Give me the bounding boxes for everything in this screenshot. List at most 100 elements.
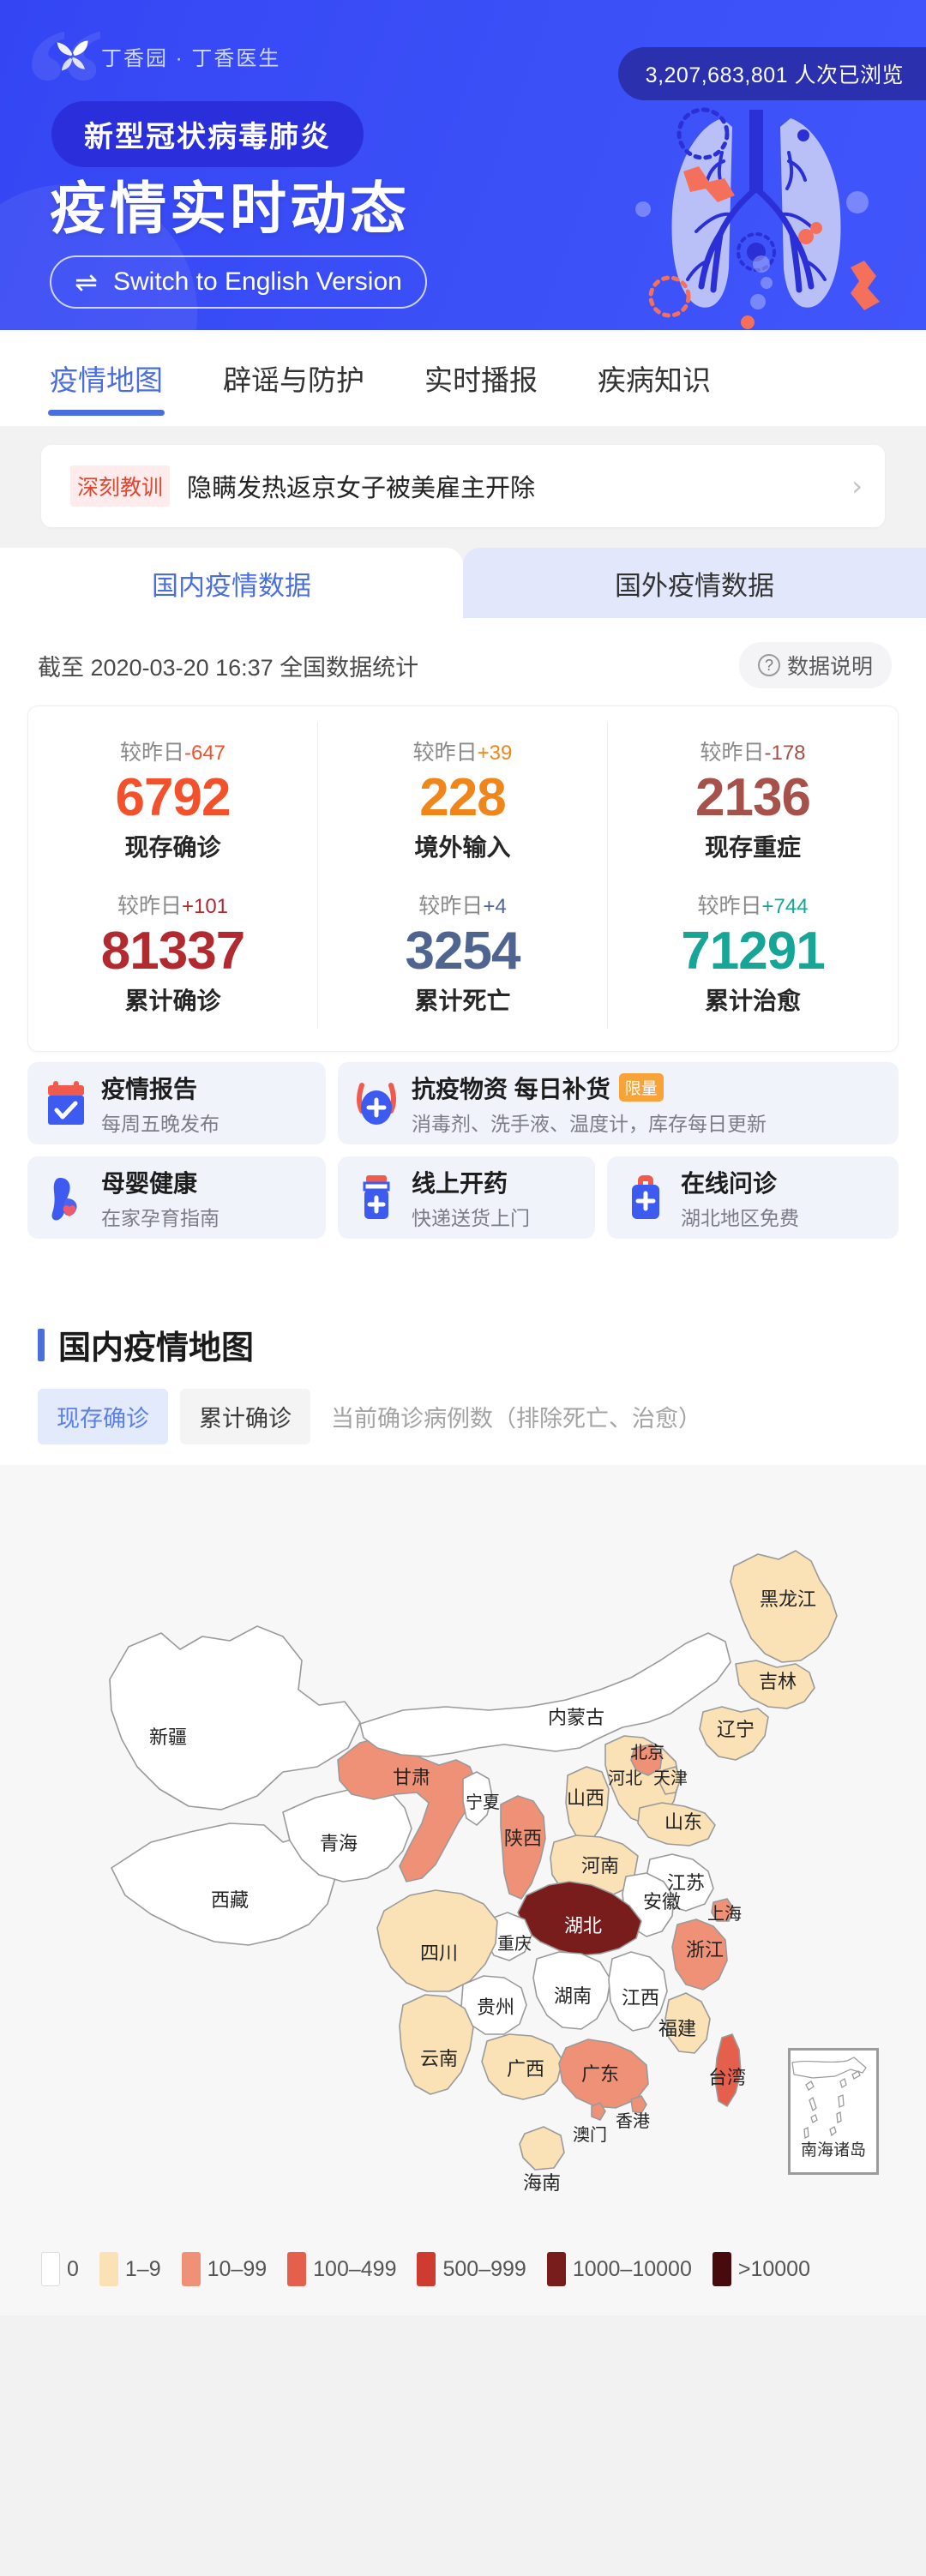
tile-epidemic-report[interactable]: 疫情报告 每周五晚发布 <box>27 1062 326 1145</box>
map-filter-row: 现存确诊 累计确诊 当前确诊病例数（排除死亡、治愈） <box>0 1389 926 1465</box>
news-card[interactable]: 深刻教训 隐瞒发热返京女子被美雇主开除 › <box>41 445 885 527</box>
pregnant-woman-icon <box>51 1178 77 1221</box>
calendar-check-icon <box>48 1081 84 1126</box>
svg-text:香港: 香港 <box>616 2111 650 2131</box>
china-choropleth-map[interactable]: 新疆 西藏 青海 甘肃 宁夏 内蒙古 黑龙江 吉林 辽宁 北京 天津 河北 山西… <box>0 1465 926 2237</box>
svg-text:澳门: 澳门 <box>573 2125 607 2145</box>
svg-text:内蒙古: 内蒙古 <box>548 1707 604 1728</box>
visit-counter: 3,207,683,801 人次已浏览 <box>617 47 926 100</box>
stat-imported-cases: 较昨日+39 228 境外输入 <box>318 722 608 876</box>
tile-online-prescription[interactable]: 线上开药 快递送货上门 <box>338 1156 595 1240</box>
tab-domestic-data[interactable]: 国内疫情数据 <box>0 548 463 618</box>
map-filter-note: 当前确诊病例数（排除死亡、治愈） <box>331 1406 701 1432</box>
svg-text:江西: 江西 <box>622 1987 659 2009</box>
data-panel: 国内疫情数据 国外疫情数据 截至 2020-03-20 16:37 全国数据统计… <box>0 548 926 1288</box>
question-circle-icon: ? <box>757 654 780 676</box>
tile-text: 疫情报告 每周五晚发布 <box>101 1071 219 1137</box>
stat-delta-value: +101 <box>181 895 229 919</box>
svg-text:安徽: 安徽 <box>643 1891 681 1912</box>
tile-text: 抗疫物资 每日补货 限量 消毒剂、洗手液、温度计，库存每日更新 <box>412 1071 767 1137</box>
tile-subtitle: 消毒剂、洗手液、温度计，库存每日更新 <box>412 1112 767 1135</box>
svg-text:吉林: 吉林 <box>759 1671 797 1692</box>
legend-swatch <box>181 2252 201 2287</box>
stat-delta-prefix: 较昨日 <box>117 894 182 919</box>
nav-tab-rumors-protection[interactable]: 辟谣与防护 <box>218 330 370 426</box>
tab-overseas-data[interactable]: 国外疫情数据 <box>463 548 926 618</box>
legend-swatch <box>712 2252 731 2287</box>
svg-text:福建: 福建 <box>658 2018 696 2039</box>
stat-current-confirmed: 较昨日-647 6792 现存确诊 <box>28 722 318 876</box>
tile-title-text: 母婴健康 <box>101 1169 198 1197</box>
svg-text:湖南: 湖南 <box>554 1985 592 2007</box>
svg-text:天津: 天津 <box>653 1768 688 1788</box>
tile-title: 线上开药 <box>412 1165 530 1199</box>
stat-label: 累计治愈 <box>704 988 801 1015</box>
as-of-row: 截至 2020-03-20 16:37 全国数据统计 ? 数据说明 <box>0 618 926 702</box>
tile-text: 母婴健康 在家孕育指南 <box>101 1165 219 1231</box>
svg-text:台湾: 台湾 <box>708 2067 746 2088</box>
medical-kit-icon <box>632 1175 659 1220</box>
svg-text:河南: 河南 <box>581 1855 619 1876</box>
stat-current-severe: 较昨日-178 2136 现存重症 <box>608 722 898 875</box>
service-tile-row: 疫情报告 每周五晚发布 抗疫物资 每日补货 限量 消毒剂、洗手液、温度计，库存每… <box>27 1062 899 1145</box>
tile-subtitle: 湖北地区免费 <box>681 1206 799 1229</box>
data-explanation-label: 数据说明 <box>786 655 873 679</box>
news-badge: 深刻教训 <box>70 465 171 507</box>
tile-online-consultation[interactable]: 在线问诊 湖北地区免费 <box>607 1156 899 1240</box>
svg-text:云南: 云南 <box>420 2048 458 2069</box>
stat-delta-prefix: 较昨日 <box>119 741 184 765</box>
svg-text:重庆: 重庆 <box>497 1934 532 1954</box>
legend-swatch <box>546 2252 566 2287</box>
stat-value: 228 <box>419 768 506 827</box>
stat-value: 3254 <box>405 922 521 982</box>
brand-logo: 丁香园 · 丁香医生 <box>55 38 280 74</box>
tile-title: 疫情报告 <box>101 1071 219 1105</box>
data-explanation-button[interactable]: ? 数据说明 <box>738 642 892 688</box>
legend-label: 1000–10000 <box>572 2256 692 2281</box>
legend-item: 0 <box>41 2252 79 2287</box>
stat-delta-prefix: 较昨日 <box>697 894 762 919</box>
map-filter-total-confirmed[interactable]: 累计确诊 <box>180 1389 310 1445</box>
stat-value: 6792 <box>115 768 232 827</box>
legend-swatch <box>41 2252 60 2287</box>
stat-delta-value: -178 <box>764 742 806 765</box>
stat-delta-prefix: 较昨日 <box>412 741 478 765</box>
svg-text:青海: 青海 <box>320 1833 358 1854</box>
epidemic-dashboard-page: “ 丁香园 · 丁香医生 3,207,683,801 人次已浏览 新型冠状病毒肺… <box>0 0 926 2576</box>
legend-label: 10–99 <box>207 2256 268 2281</box>
tile-anti-epidemic-supplies[interactable]: 抗疫物资 每日补货 限量 消毒剂、洗手液、温度计，库存每日更新 <box>338 1062 899 1145</box>
legend-label: 0 <box>67 2256 79 2281</box>
main-nav-tabs: 疫情地图 辟谣与防护 实时播报 疾病知识 <box>0 330 926 426</box>
switch-language-button[interactable]: ⇌ Switch to English Version <box>50 255 427 309</box>
news-headline: 隐瞒发热返京女子被美雇主开除 <box>187 475 536 502</box>
tile-title-text: 抗疫物资 每日补货 <box>412 1075 610 1102</box>
tile-title-text: 线上开药 <box>412 1169 508 1197</box>
nav-tab-epidemic-map[interactable]: 疫情地图 <box>45 330 168 426</box>
leaf-icon <box>57 40 88 71</box>
svg-text:陕西: 陕西 <box>504 1828 542 1849</box>
legend-item: 500–999 <box>417 2252 526 2287</box>
stat-delta: 较昨日-647 <box>28 736 317 766</box>
svg-text:贵州: 贵州 <box>477 1997 514 2018</box>
tile-maternal-health[interactable]: 母婴健康 在家孕育指南 <box>27 1156 326 1240</box>
legend-swatch <box>287 2252 307 2287</box>
chevron-right-icon: › <box>851 470 863 502</box>
stat-value: 71291 <box>681 922 825 982</box>
legend-label: 500–999 <box>442 2256 526 2281</box>
nav-tab-live-updates[interactable]: 实时播报 <box>419 330 543 426</box>
tile-text: 在线问诊 湖北地区免费 <box>681 1165 799 1231</box>
svg-text:广西: 广西 <box>507 2058 544 2080</box>
svg-text:山西: 山西 <box>567 1787 604 1809</box>
stat-value: 81337 <box>100 922 245 982</box>
switch-language-label: Switch to English Version <box>112 267 402 296</box>
svg-text:西藏: 西藏 <box>211 1889 249 1911</box>
legend-item: 1000–10000 <box>546 2252 692 2287</box>
legend-label: 100–499 <box>313 2256 397 2281</box>
map-legend: 0 1–9 10–99 100–499 500–999 1000–10000 >… <box>0 2237 926 2316</box>
nav-tab-disease-knowledge[interactable]: 疾病知识 <box>592 330 716 426</box>
stat-delta-value: +744 <box>761 895 809 919</box>
map-filter-current-confirmed[interactable]: 现存确诊 <box>38 1389 168 1445</box>
legend-swatch <box>417 2252 436 2287</box>
limited-badge: 限量 <box>618 1073 664 1102</box>
stat-label: 现存重症 <box>704 834 801 862</box>
